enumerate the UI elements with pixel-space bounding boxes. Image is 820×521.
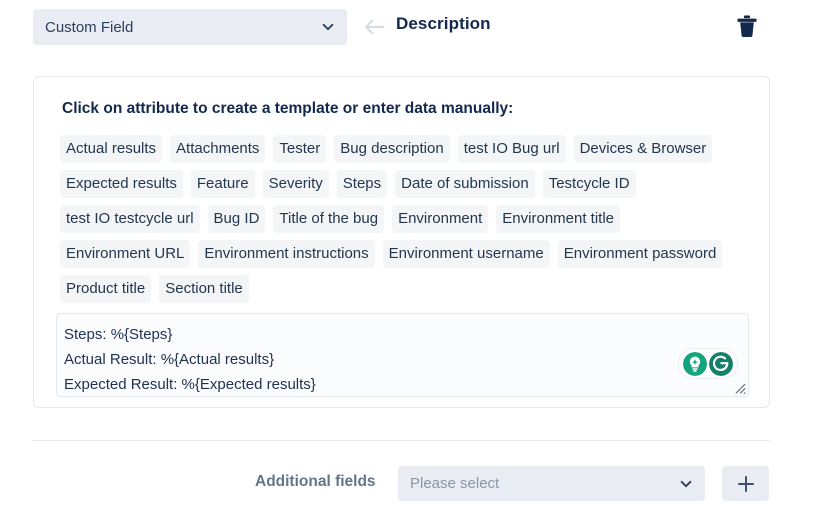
attribute-tag[interactable]: Date of submission bbox=[395, 170, 535, 198]
grammarly-icon[interactable] bbox=[709, 351, 733, 376]
custom-field-description-panel: Custom Field Description Click on attrib… bbox=[0, 0, 820, 521]
attribute-tag[interactable]: Devices & Browser bbox=[573, 135, 713, 163]
attribute-tag[interactable]: Bug ID bbox=[207, 205, 266, 233]
custom-field-select-value: Custom Field bbox=[45, 18, 134, 36]
template-textarea[interactable]: Steps: %{Steps} Actual Result: %{Actual … bbox=[56, 313, 749, 397]
attribute-tag[interactable]: Section title bbox=[159, 275, 249, 303]
attribute-tag[interactable]: Environment title bbox=[496, 205, 621, 233]
attribute-tag-list: Actual results Attachments Tester Bug de… bbox=[60, 135, 752, 303]
lightbulb-icon[interactable] bbox=[683, 351, 707, 376]
resize-grip-icon[interactable] bbox=[733, 381, 746, 394]
additional-fields-label: Additional fields bbox=[255, 473, 376, 490]
panel-header: Custom Field Description bbox=[0, 0, 820, 56]
chevron-down-icon bbox=[680, 480, 692, 487]
attribute-tag[interactable]: Environment instructions bbox=[198, 240, 375, 268]
attributes-card: Click on attribute to create a template … bbox=[33, 76, 770, 408]
section-divider bbox=[33, 440, 770, 441]
additional-fields-select-placeholder: Please select bbox=[410, 475, 500, 492]
attribute-tag[interactable]: Attachments bbox=[170, 135, 266, 163]
page-title: Description bbox=[396, 14, 491, 33]
attribute-tag[interactable]: Expected results bbox=[60, 170, 183, 198]
attribute-tag[interactable]: Environment URL bbox=[60, 240, 191, 268]
attribute-tag[interactable]: Feature bbox=[190, 170, 255, 198]
chevron-down-icon bbox=[322, 23, 334, 31]
arrow-left-icon[interactable] bbox=[362, 17, 386, 37]
custom-field-select[interactable]: Custom Field bbox=[33, 9, 347, 45]
attribute-tag[interactable]: Tester bbox=[273, 135, 327, 163]
attribute-tag[interactable]: Title of the bug bbox=[273, 205, 385, 233]
attribute-tag[interactable]: test IO testcycle url bbox=[60, 205, 200, 233]
attribute-tag[interactable]: Environment username bbox=[382, 240, 550, 268]
attribute-tag[interactable]: Product title bbox=[60, 275, 152, 303]
attribute-tag[interactable]: Severity bbox=[262, 170, 329, 198]
attribute-tag[interactable]: Bug description bbox=[334, 135, 450, 163]
attribute-tag[interactable]: Environment password bbox=[557, 240, 723, 268]
template-textarea-value: Steps: %{Steps} Actual Result: %{Actual … bbox=[64, 326, 316, 393]
card-heading: Click on attribute to create a template … bbox=[62, 100, 514, 117]
additional-fields-select[interactable]: Please select bbox=[398, 466, 705, 501]
add-field-button[interactable] bbox=[722, 466, 769, 501]
attribute-tag[interactable]: Environment bbox=[392, 205, 489, 233]
attribute-tag[interactable]: test IO Bug url bbox=[457, 135, 566, 163]
plus-icon bbox=[737, 475, 754, 492]
attribute-tag[interactable]: Steps bbox=[336, 170, 388, 198]
trash-icon[interactable] bbox=[735, 14, 759, 40]
attribute-tag[interactable]: Testcycle ID bbox=[542, 170, 636, 198]
attribute-tag[interactable]: Actual results bbox=[60, 135, 163, 163]
editor-extension-pill[interactable] bbox=[678, 348, 738, 379]
